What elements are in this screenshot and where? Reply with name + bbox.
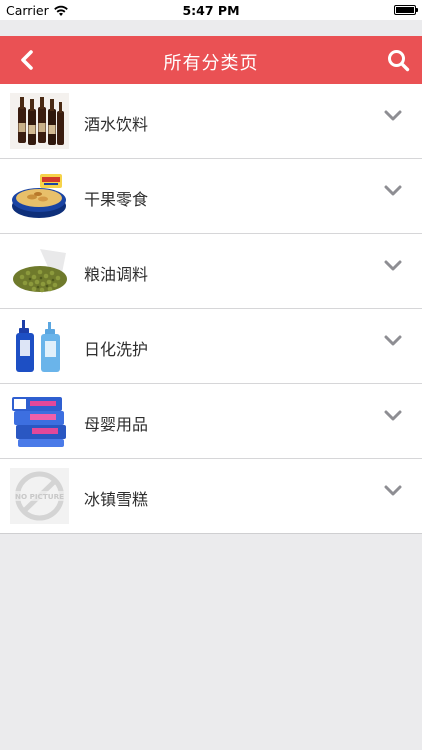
chevron-down-icon[interactable] bbox=[384, 185, 402, 197]
category-row-grains[interactable]: 粮油调料 bbox=[0, 234, 422, 309]
chevron-down-icon[interactable] bbox=[384, 410, 402, 422]
category-list: 酒水饮料 干果零食 粮油调料 日化洗护 母婴用品 NO PICTURE 冰镇雪糕 bbox=[0, 84, 422, 534]
chevron-down-icon[interactable] bbox=[384, 110, 402, 122]
status-bar: Carrier 5:47 PM bbox=[0, 0, 422, 20]
category-row-personal-care[interactable]: 日化洗护 bbox=[0, 309, 422, 384]
category-label: 干果零食 bbox=[84, 190, 149, 209]
search-icon[interactable] bbox=[386, 48, 410, 72]
category-label: 酒水饮料 bbox=[84, 115, 149, 134]
category-label: 母婴用品 bbox=[84, 415, 149, 434]
chevron-down-icon[interactable] bbox=[384, 260, 402, 272]
chevron-down-icon[interactable] bbox=[384, 485, 402, 497]
category-row-beverages[interactable]: 酒水饮料 bbox=[0, 84, 422, 159]
chevron-down-icon[interactable] bbox=[384, 335, 402, 347]
status-time: 5:47 PM bbox=[182, 3, 240, 18]
category-row-snacks[interactable]: 干果零食 bbox=[0, 159, 422, 234]
category-label: 日化洗护 bbox=[84, 340, 149, 359]
category-row-mother-baby[interactable]: 母婴用品 bbox=[0, 384, 422, 459]
category-row-ice-cream[interactable]: NO PICTURE 冰镇雪糕 bbox=[0, 459, 422, 534]
mung-beans-image bbox=[10, 243, 69, 299]
shampoo-bottles-image bbox=[10, 318, 69, 374]
page-title: 所有分类页 bbox=[163, 53, 259, 74]
cookie-tin-image bbox=[10, 168, 69, 224]
bottles-image bbox=[10, 93, 69, 149]
category-label: 粮油调料 bbox=[84, 265, 149, 284]
category-label: 冰镇雪糕 bbox=[84, 490, 149, 509]
no-picture-text: NO PICTURE bbox=[15, 492, 64, 501]
navigation-bar: 所有分类页 bbox=[0, 36, 422, 84]
tissue-packs-image bbox=[10, 393, 69, 449]
battery-icon bbox=[394, 5, 418, 15]
no-picture-image: NO PICTURE bbox=[10, 468, 69, 524]
